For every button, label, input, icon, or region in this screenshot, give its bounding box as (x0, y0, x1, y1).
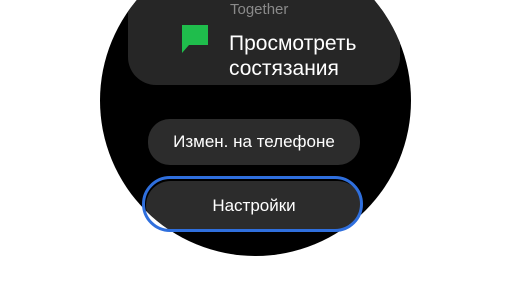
card-title: Просмотреть состязания (229, 32, 357, 80)
settings-button[interactable]: Настройки (146, 181, 362, 230)
watch-screen: Together Просмотреть состязания Измен. н… (100, 0, 411, 256)
flag-icon (182, 25, 208, 53)
change-on-phone-button[interactable]: Измен. на телефоне (148, 119, 360, 165)
challenges-card[interactable]: Together Просмотреть состязания (128, 0, 400, 85)
card-subtitle: Together (230, 1, 289, 18)
